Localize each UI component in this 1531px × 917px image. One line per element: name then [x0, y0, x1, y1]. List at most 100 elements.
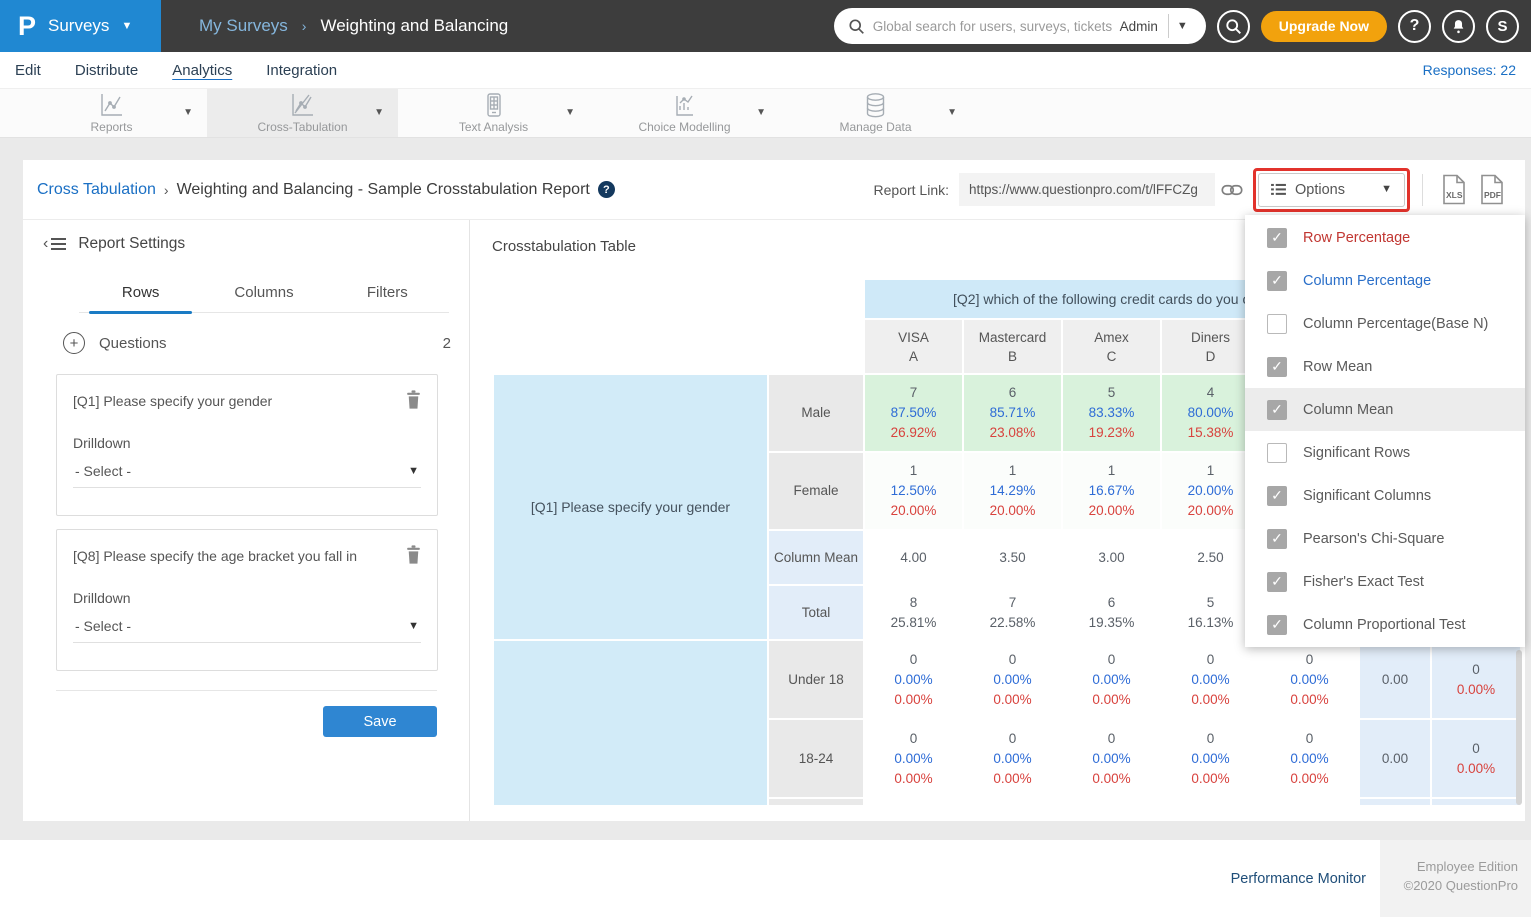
question-card-1: [Q1] Please specify your genderDrilldown…	[56, 374, 438, 516]
global-search: Admin ▼	[834, 8, 1206, 44]
menu-item-column-mean[interactable]: ✓Column Mean	[1245, 388, 1525, 431]
subnav-item-distribute[interactable]: Distribute	[75, 62, 138, 79]
data-cell: 787.50%26.92%	[865, 375, 962, 451]
row-label: Male	[769, 375, 863, 451]
product-switcher[interactable]: P Surveys ▼	[0, 0, 161, 52]
options-button[interactable]: Options ▼	[1258, 173, 1405, 207]
row-label: Total	[769, 586, 863, 639]
menu-item-pearson-s-chi-square[interactable]: ✓ Pearson's Chi-Square	[1245, 517, 1525, 560]
chevron-down-icon[interactable]: ▼	[183, 107, 193, 118]
row-label: 18-24	[769, 720, 863, 797]
report-help-icon[interactable]: ?	[598, 181, 615, 198]
tab-rows[interactable]: Rows	[79, 278, 202, 312]
toolbar-item-manage-data[interactable]: Manage Data ▼	[780, 89, 971, 137]
toolbar-item-cross-tabulation[interactable]: Cross-Tabulation▼	[207, 89, 398, 137]
empty-cell	[1162, 799, 1259, 805]
menu-item-row-percentage[interactable]: ✓ Row Percentage	[1245, 216, 1525, 259]
report-url-field[interactable]	[959, 173, 1215, 206]
checkbox-unchecked-icon[interactable]	[1267, 314, 1287, 334]
checkbox-checked-icon[interactable]: ✓	[1267, 572, 1287, 592]
breadcrumb-my-surveys[interactable]: My Surveys	[199, 16, 288, 36]
menu-item-label: Row Percentage	[1303, 230, 1410, 246]
toolbar-item-reports[interactable]: Reports▼	[16, 89, 207, 137]
menu-item-column-proportional-test[interactable]: ✓Column Proportional Test	[1245, 603, 1525, 646]
search-scope-dropdown[interactable]: ▼	[1169, 21, 1196, 32]
question-text: [Q1] Please specify your gender	[73, 393, 393, 409]
subnav-item-analytics[interactable]: Analytics	[172, 62, 232, 79]
menu-item-label: Significant Rows	[1303, 445, 1410, 461]
delete-question-button[interactable]	[404, 389, 423, 413]
menu-item-label: Column Percentage(Base N)	[1303, 316, 1488, 332]
export-pdf-button[interactable]: PDF	[1479, 174, 1505, 205]
avatar[interactable]: S	[1486, 10, 1519, 43]
toolbar-item-text-analysis[interactable]: Text Analysis ▼	[398, 89, 589, 137]
menu-item-row-mean[interactable]: ✓ Row Mean	[1245, 345, 1525, 388]
data-cell: 00.00%0.00%	[865, 641, 962, 718]
menu-item-column-percentage-base-n-[interactable]: Column Percentage(Base N)	[1245, 302, 1525, 345]
performance-monitor-link[interactable]: Performance Monitor	[1231, 871, 1366, 887]
search-input[interactable]	[873, 19, 1120, 34]
chevron-down-icon[interactable]: ▼	[947, 107, 957, 118]
checkbox-checked-icon[interactable]: ✓	[1267, 400, 1287, 420]
help-button[interactable]: ?	[1398, 10, 1431, 43]
checkbox-checked-icon[interactable]: ✓	[1267, 615, 1287, 635]
delete-question-button[interactable]	[404, 544, 423, 568]
edition-box: Employee Edition ©2020 QuestionPro	[1380, 840, 1531, 917]
data-cell: 00.00%0.00%	[1261, 641, 1358, 718]
checkbox-checked-icon[interactable]: ✓	[1267, 486, 1287, 506]
search-submit-button[interactable]	[1217, 10, 1250, 43]
total-cell: 00.00%	[1432, 720, 1520, 797]
checkbox-checked-icon[interactable]: ✓	[1267, 271, 1287, 291]
data-cell: 00.00%0.00%	[865, 720, 962, 797]
data-cell: 685.71%23.08%	[964, 375, 1061, 451]
notifications-button[interactable]	[1442, 10, 1475, 43]
menu-item-fisher-s-exact-test[interactable]: ✓Fisher's Exact Test	[1245, 560, 1525, 603]
menu-item-significant-rows[interactable]: Significant Rows	[1245, 431, 1525, 474]
upgrade-now-button[interactable]: Upgrade Now	[1261, 11, 1387, 42]
data-cell: 3.00	[1063, 531, 1160, 584]
list-icon	[1271, 183, 1286, 196]
table-scrollbar[interactable]	[1516, 650, 1522, 805]
subnav-item-edit[interactable]: Edit	[15, 62, 41, 79]
menu-item-label: Significant Columns	[1303, 488, 1431, 504]
drilldown-select[interactable]: - Select -▼	[73, 606, 421, 643]
options-label: Options	[1295, 182, 1345, 198]
tab-filters[interactable]: Filters	[326, 278, 449, 312]
total-cell: 00.00%	[1432, 641, 1520, 718]
cross-tabulation-link[interactable]: Cross Tabulation	[37, 181, 156, 199]
menu-item-label: Row Mean	[1303, 359, 1372, 375]
edition-label: Employee Edition	[1380, 857, 1518, 876]
save-button[interactable]: Save	[323, 706, 437, 737]
link-icon[interactable]	[1221, 181, 1243, 199]
tab-columns[interactable]: Columns	[202, 278, 325, 312]
toolbar-item-choice-modelling[interactable]: Choice Modelling▼	[589, 89, 780, 137]
checkbox-checked-icon[interactable]: ✓	[1267, 357, 1287, 377]
search-scope-label: Admin	[1120, 19, 1168, 34]
row-label: Column Mean	[769, 531, 863, 584]
search-icon	[1225, 18, 1242, 35]
collapse-panel-icon[interactable]: ‹	[43, 235, 66, 253]
question-card-2: [Q8] Please specify the age bracket you …	[56, 529, 438, 671]
toolbar-item-label: Text Analysis	[459, 120, 528, 134]
chevron-down-icon[interactable]: ▼	[756, 107, 766, 118]
chevron-down-icon[interactable]: ▼	[374, 107, 384, 118]
menu-item-column-percentage[interactable]: ✓Column Percentage	[1245, 259, 1525, 302]
export-xls-button[interactable]: XLS	[1441, 174, 1467, 205]
checkbox-checked-icon[interactable]: ✓	[1267, 228, 1287, 248]
top-bar: P Surveys ▼ My Surveys › Weighting and B…	[0, 0, 1531, 52]
menu-item-significant-columns[interactable]: ✓ Significant Columns	[1245, 474, 1525, 517]
subnav-item-integration[interactable]: Integration	[266, 62, 337, 79]
data-cell: 116.67%20.00%	[1063, 453, 1160, 529]
report-card: Cross Tabulation › Weighting and Balanci…	[23, 160, 1525, 821]
checkbox-checked-icon[interactable]: ✓	[1267, 529, 1287, 549]
checkbox-unchecked-icon[interactable]	[1267, 443, 1287, 463]
row-label	[769, 799, 863, 805]
add-question-button[interactable]: +	[63, 332, 85, 354]
data-cell: 114.29%20.00%	[964, 453, 1061, 529]
analytics-toolbar: Reports▼Cross-Tabulation▼Text Analysis▼C…	[0, 88, 1531, 138]
menu-item-label: Pearson's Chi-Square	[1303, 531, 1444, 547]
chevron-down-icon[interactable]: ▼	[565, 107, 575, 118]
toolbar-item-label: Manage Data	[839, 120, 911, 134]
drilldown-select[interactable]: - Select -▼	[73, 451, 421, 488]
data-cell: 00.00%0.00%	[1162, 720, 1259, 797]
